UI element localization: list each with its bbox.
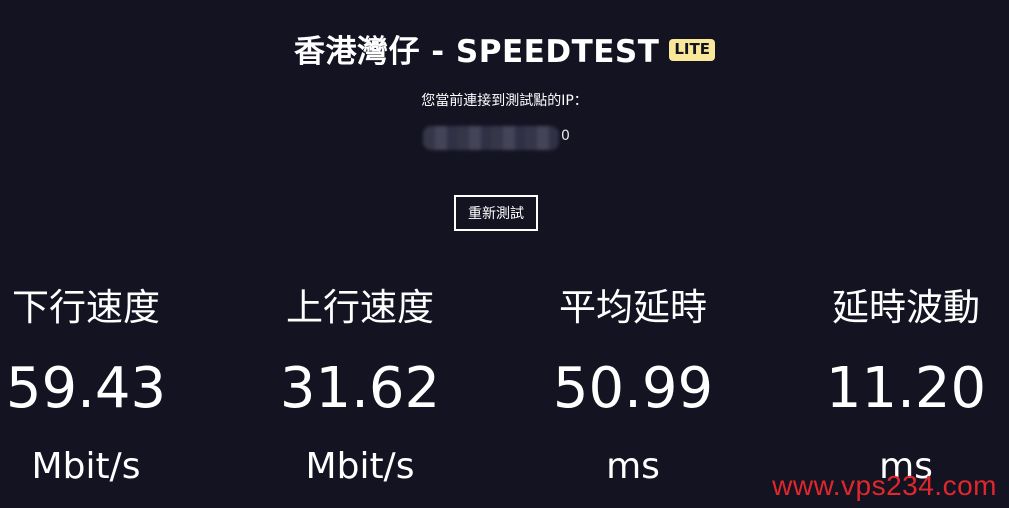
ip-visible-suffix: 0 [561,128,570,144]
lite-badge: LITE [669,38,715,61]
metric-unit: Mbit/s [305,446,415,487]
header: 香港灣仔 - SPEEDTEST LITE [0,26,1009,71]
metric-download: 下行速度 59.43 Mbit/s [0,282,186,492]
metric-value: 11.20 [825,356,987,421]
metric-value: 31.62 [279,356,441,421]
metric-label: 上行速度 [286,286,434,329]
ip-redacted-blur [423,126,559,150]
metric-label: 下行速度 [12,286,160,329]
metric-label: 平均延時 [559,286,707,329]
page-title: 香港灣仔 - SPEEDTEST [293,34,660,70]
ip-label: 您當前連接到測試點的IP： [421,93,588,109]
metric-latency: 平均延時 50.99 ms [533,282,733,492]
metric-value: 59.43 [5,356,167,421]
title-line: 香港灣仔 - SPEEDTEST LITE [294,26,715,71]
metric-jitter: 延時波動 11.20 ms [806,282,1006,492]
ip-address: 0 [423,126,573,150]
watermark: www.vps234.com [772,470,997,501]
metric-upload: 上行速度 31.62 Mbit/s [260,282,460,492]
metric-unit: ms [606,446,660,487]
retest-button[interactable]: 重新測試 [454,195,538,231]
metric-unit: Mbit/s [31,446,141,487]
metric-value: 50.99 [552,356,714,421]
metric-label: 延時波動 [832,286,980,329]
